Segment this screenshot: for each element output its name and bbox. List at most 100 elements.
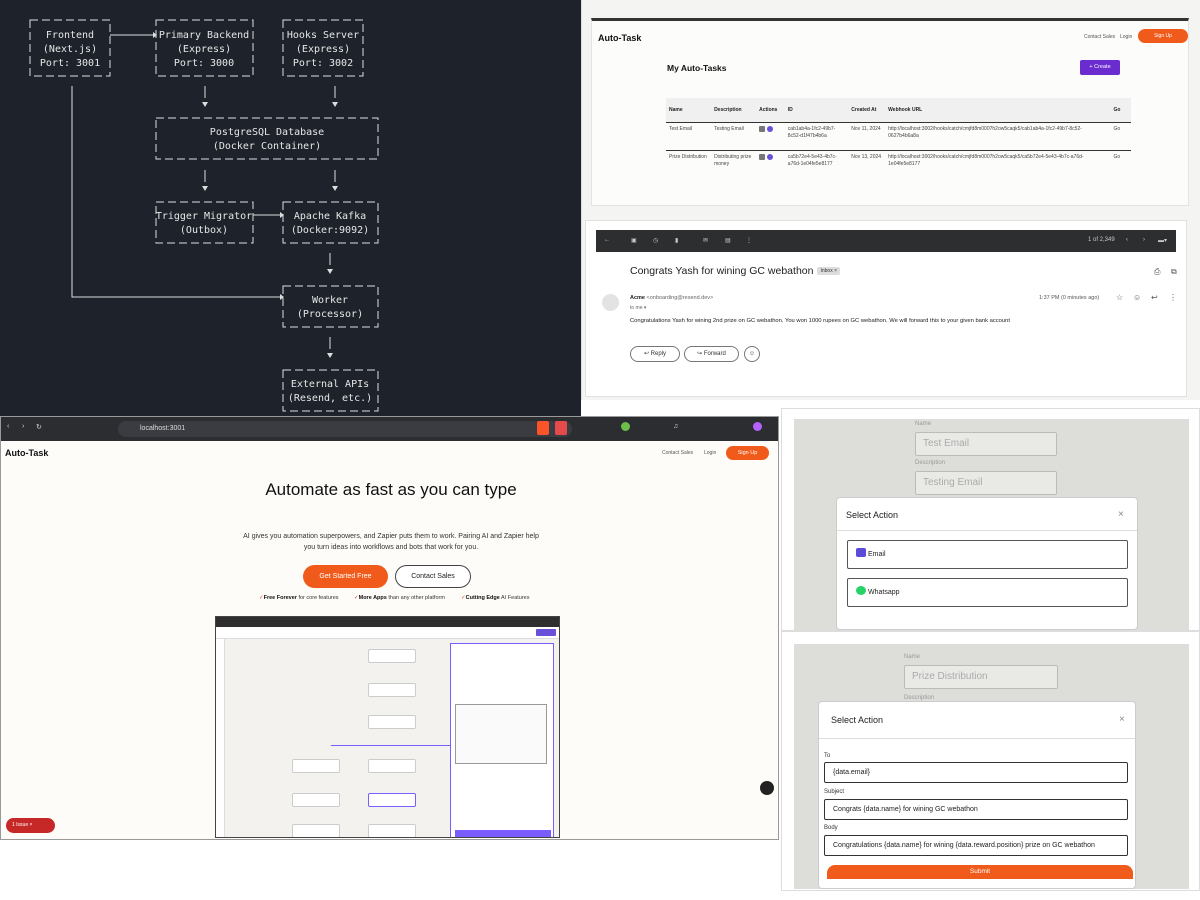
- email-toolbar: ← ▣ ◷ ▮ ✉ ▤ ⋮ 1 of 2,349 ‹ › ▬▾: [596, 230, 1176, 252]
- action-option-email[interactable]: Email: [847, 540, 1128, 569]
- migrator-label: (Outbox): [180, 225, 228, 236]
- address-bar[interactable]: localhost:3001: [118, 421, 572, 437]
- inbox-label[interactable]: Inbox ×: [817, 267, 841, 275]
- task-created: Nov 13, 2024: [848, 149, 886, 178]
- open-new-window-icon[interactable]: ⧉: [1171, 267, 1177, 277]
- contact-sales-button[interactable]: Contact Sales: [395, 565, 471, 588]
- email-icon: [856, 548, 866, 557]
- worker-box: [282, 285, 379, 328]
- signup-button[interactable]: Sign Up: [726, 446, 769, 460]
- kafka-label: (Docker:9092): [291, 225, 369, 236]
- rewards-icon[interactable]: [555, 421, 567, 435]
- task-description: Distributing prize money: [711, 149, 757, 178]
- hooks-label: (Express): [296, 44, 350, 55]
- modal-backdrop: Name Test Email Description Testing Emai…: [794, 419, 1189, 630]
- brave-shield-icon[interactable]: [537, 421, 549, 435]
- step-config-panel: [450, 643, 554, 837]
- more-vert-icon[interactable]: ⋮: [1169, 293, 1177, 302]
- webhook-icon: [759, 125, 766, 132]
- emoji-icon[interactable]: ☺: [1133, 293, 1141, 302]
- close-icon[interactable]: ×: [1118, 509, 1124, 520]
- reload-icon[interactable]: ↻: [36, 423, 42, 431]
- issues-badge[interactable]: 1 Issue ×: [6, 818, 55, 833]
- delete-icon[interactable]: ▮: [675, 237, 678, 244]
- table-row[interactable]: Test Email Testing Email cab1ab4a-1fc2-4…: [666, 121, 1131, 150]
- go-link[interactable]: Go: [1110, 149, 1131, 178]
- signup-button[interactable]: Sign Up: [1138, 29, 1188, 43]
- table-row[interactable]: Prize Distribution Distributing prize mo…: [666, 149, 1131, 178]
- select-action-modal: Select Action × Email Whatsapp: [836, 497, 1138, 630]
- frontend-label: (Next.js): [43, 44, 97, 55]
- workflow-node: [368, 824, 416, 837]
- nav-contact-sales[interactable]: Contact Sales: [662, 450, 693, 456]
- email-icon: [767, 153, 774, 160]
- forward-icon[interactable]: ›: [22, 423, 24, 430]
- name-field[interactable]: Prize Distribution: [904, 665, 1058, 689]
- prev-icon[interactable]: ‹: [1126, 237, 1128, 243]
- mark-unread-icon[interactable]: ✉: [703, 237, 708, 244]
- archive-icon[interactable]: ▣: [631, 237, 637, 244]
- reply-label: Reply: [650, 351, 667, 357]
- get-started-button[interactable]: Get Started Free: [303, 565, 388, 588]
- reply-icon[interactable]: ↩: [1151, 293, 1158, 302]
- email-view: ← ▣ ◷ ▮ ✉ ▤ ⋮ 1 of 2,349 ‹ › ▬▾ Congrats…: [585, 220, 1187, 397]
- extension-icon[interactable]: [621, 422, 630, 431]
- modal-title: Select Action: [831, 715, 884, 725]
- external-label: (Resend, etc.): [288, 393, 372, 404]
- go-link[interactable]: Go: [1110, 121, 1131, 150]
- print-icon[interactable]: ⎙: [1154, 267, 1160, 277]
- col-name: Name: [666, 98, 712, 122]
- brand-logo[interactable]: Auto-Task: [598, 33, 641, 43]
- keyboard-icon[interactable]: ▬▾: [1158, 237, 1167, 244]
- external-box: [282, 369, 379, 412]
- zap-sidebar: [216, 639, 225, 837]
- brand-logo[interactable]: Auto-Task: [5, 448, 48, 458]
- recipient[interactable]: to me ▾: [630, 305, 646, 311]
- email-subject: Congrats Yash for wining GC webathon Inbo…: [630, 265, 841, 277]
- sender: Acme <onboarding@resend.dev>: [630, 295, 713, 301]
- hooks-label: Port: 3002: [293, 58, 353, 69]
- workflow-node: [368, 683, 416, 697]
- more-vert-icon[interactable]: ⋮: [746, 237, 752, 244]
- devtools-icon[interactable]: [760, 781, 774, 795]
- submit-button[interactable]: Submit: [827, 865, 1133, 879]
- reply-button[interactable]: ↩ Reply: [630, 346, 680, 362]
- url-text: localhost:3001: [140, 425, 186, 432]
- action-option-whatsapp[interactable]: Whatsapp: [847, 578, 1128, 607]
- task-actions: [756, 121, 785, 150]
- workflow-node: [292, 793, 340, 807]
- feature-bold: Cutting Edge: [465, 595, 500, 601]
- issues-text: 1 Issue: [12, 822, 29, 828]
- postgres-label: (Docker Container): [213, 141, 321, 152]
- create-button[interactable]: + Create: [1080, 60, 1120, 75]
- report-spam-icon[interactable]: ◷: [653, 237, 658, 244]
- frontend-label: Port: 3001: [40, 58, 100, 69]
- close-icon[interactable]: ×: [1119, 714, 1125, 725]
- modal-title: Select Action: [846, 510, 899, 520]
- back-icon[interactable]: ‹: [7, 423, 9, 430]
- music-icon[interactable]: ♫: [673, 423, 678, 430]
- tasks-screenshot: Auto-Task Contact Sales Login Sign Up My…: [581, 0, 1200, 212]
- backend-label: Primary Backend: [159, 30, 249, 41]
- nav-contact-sales[interactable]: Contact Sales: [1084, 34, 1115, 40]
- nav-login[interactable]: Login: [704, 450, 716, 456]
- task-name: Test Email: [666, 121, 712, 150]
- star-icon[interactable]: ☆: [1116, 293, 1123, 302]
- next-icon[interactable]: ›: [1143, 237, 1145, 243]
- to-input[interactable]: {data.email}: [824, 762, 1128, 783]
- description-field[interactable]: Testing Email: [915, 471, 1057, 495]
- browser-toolbar: ‹ › ↻ ▯ localhost:3001 ♫: [1, 417, 778, 441]
- profile-icon[interactable]: [753, 422, 762, 431]
- name-field[interactable]: Test Email: [915, 432, 1057, 456]
- emoji-react-button[interactable]: ☺: [744, 346, 760, 362]
- option-label: Whatsapp: [868, 589, 900, 596]
- body-input[interactable]: Congratulations {data.name} for wining {…: [824, 835, 1128, 856]
- tasks-page: Auto-Task Contact Sales Login Sign Up My…: [591, 18, 1189, 206]
- move-to-icon[interactable]: ▤: [725, 237, 731, 244]
- table-header-row: Name Description Actions ID Created At W…: [666, 98, 1131, 122]
- back-arrow-icon[interactable]: ←: [604, 237, 610, 243]
- forward-button[interactable]: ↪ Forward: [684, 346, 739, 362]
- nav-login[interactable]: Login: [1120, 34, 1132, 40]
- subject-input[interactable]: Congrats {data.name} for wining GC webat…: [824, 799, 1128, 820]
- backend-label: (Express): [177, 44, 231, 55]
